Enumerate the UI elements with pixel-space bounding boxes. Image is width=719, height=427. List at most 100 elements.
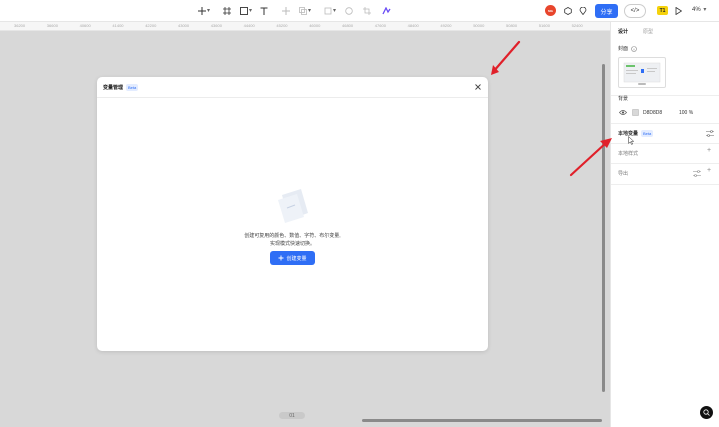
cover-thumbnail[interactable] <box>618 57 666 88</box>
export-label: 导出 <box>618 171 629 177</box>
eye-icon[interactable] <box>619 109 627 116</box>
play-button[interactable] <box>673 3 683 18</box>
local-variables-row[interactable]: 本地变量 Beta <box>618 130 654 137</box>
right-panel: 设计 原型 封面 背景 D8D8D8 100 % 本地变量 Beta 本地样式 +… <box>610 22 719 427</box>
ruler-tick-label: 50000 <box>473 23 485 28</box>
beta-badge: Beta <box>126 84 139 91</box>
vertical-scrollbar[interactable] <box>602 64 605 392</box>
boolean-tool-button[interactable]: ▾ <box>297 3 313 18</box>
chevron-down-icon: ▾ <box>307 8 311 14</box>
sliders-icon[interactable] <box>706 130 714 137</box>
ruler-tick-label: 46000 <box>309 23 321 28</box>
frame-tool-button[interactable] <box>222 3 232 18</box>
ruler-tick-label: 40600 <box>79 23 91 28</box>
add-tool-button[interactable]: ▾ <box>197 3 211 18</box>
add-style-icon[interactable]: + <box>707 147 711 154</box>
opacity-value: 100 <box>679 110 688 116</box>
avatar[interactable]: MG <box>545 5 556 16</box>
create-variable-label: 创建变量 <box>286 255 307 262</box>
ruler-tick-label: 45200 <box>276 23 288 28</box>
ruler-tick-label: 48400 <box>407 23 419 28</box>
share-button[interactable]: 分享 <box>595 4 618 18</box>
modal-title-text: 变量管理 <box>103 85 124 91</box>
chevron-down-icon: ▾ <box>703 7 707 13</box>
ai-badge[interactable]: T1 <box>657 6 668 15</box>
frame-icon <box>223 6 231 15</box>
dev-mode-toggle[interactable]: </> <box>624 4 646 18</box>
variables-modal: 变量管理 Beta 创建可复用的颜色、数值、字符、布尔变量, 实现模式快速切换。 … <box>97 77 488 351</box>
ruler-tick-label: 41400 <box>112 23 124 28</box>
sliders-icon[interactable] <box>693 170 701 177</box>
cover-section: 封面 <box>618 45 638 52</box>
empty-state-illustration-icon <box>278 189 308 223</box>
shape-tool-button[interactable]: ▾ <box>238 3 254 18</box>
zoom-level[interactable]: 4% ▾ <box>692 6 706 13</box>
crop-icon <box>363 6 371 15</box>
divider <box>611 123 719 124</box>
empty-state-line-1: 创建可复用的颜色、数值、字符、布尔变量, <box>244 233 341 239</box>
location-pin-icon <box>579 6 587 15</box>
search-icon <box>703 409 710 416</box>
help-button[interactable] <box>700 406 713 419</box>
move-tool-button[interactable] <box>281 3 291 18</box>
ruler-tick-label: 52400 <box>571 23 583 28</box>
ruler-tick-label: 36200 <box>14 23 26 28</box>
text-icon <box>260 7 268 15</box>
cover-preview-icon <box>623 62 661 85</box>
tab-prototype[interactable]: 原型 <box>643 28 653 35</box>
divider <box>611 163 719 164</box>
divider <box>611 184 719 185</box>
plus-icon <box>278 255 284 261</box>
cover-label: 封面 <box>618 46 629 52</box>
ruler-tick-label: 43600 <box>210 23 222 28</box>
ruler-tick-label: 46800 <box>342 23 354 28</box>
add-export-icon[interactable]: + <box>707 167 711 174</box>
horizontal-ruler: 36200 36600 40600 41400 42200 43000 43600 44400… <box>0 22 610 31</box>
page-indicator[interactable]: 01 <box>279 412 305 419</box>
modal-title: 变量管理 Beta <box>103 84 139 91</box>
empty-state-text: 创建可复用的颜色、数值、字符、布尔变量, 实现模式快速切换。 <box>207 232 378 248</box>
background-opacity-input[interactable]: 100 % <box>679 110 693 116</box>
move-icon <box>282 6 290 15</box>
component-icon <box>324 7 332 14</box>
chevron-down-icon: ▾ <box>332 8 336 14</box>
history-button[interactable] <box>563 3 573 18</box>
local-styles-label: 本地样式 <box>618 151 639 157</box>
background-label: 背景 <box>618 96 629 102</box>
mask-tool-button[interactable] <box>344 3 354 18</box>
ai-logo-icon <box>381 6 391 14</box>
text-tool-button[interactable] <box>259 3 269 18</box>
crop-tool-button[interactable] <box>362 3 372 18</box>
boolean-icon <box>299 6 307 15</box>
ruler-tick-label: 44400 <box>243 23 255 28</box>
rectangle-icon <box>240 6 248 15</box>
create-variable-button[interactable]: 创建变量 <box>270 251 315 265</box>
ai-tool-button[interactable] <box>381 3 391 18</box>
ruler-tick-label: 43000 <box>178 23 190 28</box>
comment-button[interactable] <box>578 3 588 18</box>
ruler-tick-label: 51600 <box>538 23 550 28</box>
modal-header: 变量管理 Beta <box>97 77 488 98</box>
ruler-tick-label: 36600 <box>46 23 58 28</box>
beta-badge: Beta <box>641 130 654 137</box>
ruler-tick-label: 49200 <box>440 23 452 28</box>
close-button[interactable] <box>473 82 483 92</box>
ruler-tick-label: 50800 <box>506 23 518 28</box>
circle-icon <box>345 6 353 15</box>
play-icon <box>675 6 682 15</box>
ruler-tick-label: 42200 <box>145 23 157 28</box>
chevron-down-icon: ▾ <box>206 8 210 14</box>
ruler-tick-label: 47600 <box>374 23 386 28</box>
empty-state-line-2: 实现模式快速切换。 <box>269 241 315 247</box>
background-color-swatch[interactable] <box>632 109 639 116</box>
chevron-down-icon: ▾ <box>248 8 252 14</box>
hexagon-icon <box>564 6 572 15</box>
opacity-unit: % <box>688 110 694 116</box>
plus-icon <box>197 6 206 15</box>
horizontal-scrollbar[interactable] <box>362 419 602 422</box>
background-hex-input[interactable]: D8D8D8 <box>643 110 662 116</box>
tab-design[interactable]: 设计 <box>618 28 628 35</box>
component-tool-button[interactable]: ▾ <box>322 3 338 18</box>
close-icon <box>475 84 481 90</box>
info-icon[interactable] <box>631 45 638 52</box>
